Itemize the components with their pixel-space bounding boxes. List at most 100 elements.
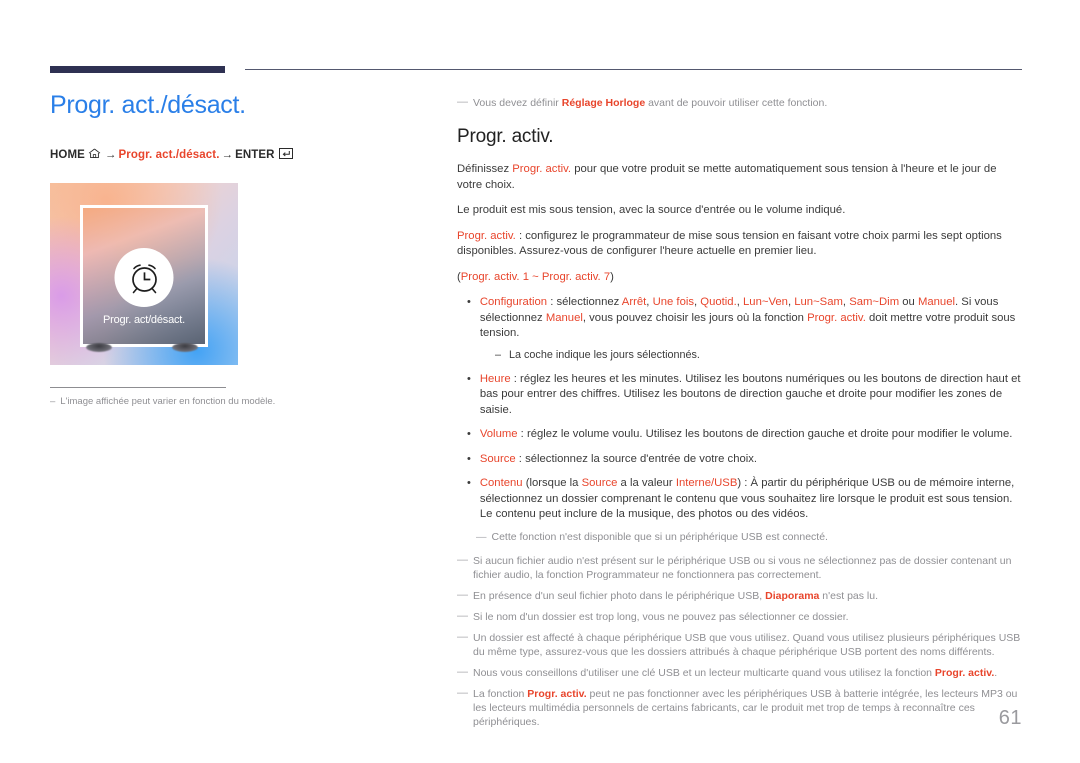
text-run: . [994, 666, 998, 679]
note-n1: ― Si aucun fichier audio n'est présent su… [457, 554, 1022, 582]
text-run: Progr. activ. [527, 687, 587, 700]
breadcrumb: HOME → Progr. act./désact. → ENTER [50, 148, 410, 161]
bullet-b-volume: • Volume : réglez le volume voulu. Utilis… [457, 427, 1022, 443]
breadcrumb-arrow-1: → [104, 149, 117, 161]
breadcrumb-current: Progr. act./désact. [118, 149, 220, 161]
home-icon [88, 148, 101, 159]
text-run: (lorsque la [522, 477, 582, 489]
paragraph-p3: Progr. activ. : configurez le programmat… [457, 229, 1022, 260]
bullet-marker: • [467, 296, 471, 308]
bullet-b-configuration: • Configuration : sélectionnez Arrêt, Une… [457, 295, 1022, 342]
text-run: Une fois [652, 296, 695, 308]
text-run: Progr. activ. [457, 229, 516, 242]
note-dash: ― [457, 588, 468, 601]
text-run: Contenu [479, 477, 523, 489]
text-run: Progr. activ. [512, 163, 572, 175]
text-run: a la valeur [617, 477, 676, 489]
text-run: Lun~Ven [743, 296, 788, 308]
feature-thumbnail: Progr. act/désact. [50, 183, 238, 365]
section-bullets-mid: • Heure : réglez les heures et les minute… [457, 372, 1022, 523]
bullet-marker: • [467, 477, 471, 489]
note-dash: ― [457, 630, 468, 643]
sub-note-dash: – [495, 348, 502, 361]
thumbnail-monitor-screen: Progr. act/désact. [80, 205, 208, 347]
header-rule-thin [245, 69, 1022, 70]
breadcrumb-enter-label: ENTER [235, 149, 275, 161]
text-run: : réglez le volume voulu. Utilisez les b… [517, 428, 1013, 440]
paragraph-p2: Le produit est mis sous tension, avec la… [457, 203, 1022, 219]
text-run: Arrêt [621, 296, 647, 308]
thumbnail-monitor-feet [80, 343, 208, 355]
note-n3: ― Si le nom d'un dossier est trop long, v… [457, 610, 1022, 624]
text-run: Sam~Dim [849, 296, 900, 308]
breadcrumb-home-label: HOME [50, 149, 85, 161]
text-run: Un dossier est affecté à chaque périphér… [473, 631, 1021, 658]
text-run: Nous vous conseillons d'utiliser une clé… [473, 666, 935, 679]
text-run: Source [479, 452, 516, 465]
bullet-marker: • [467, 452, 471, 465]
text-run: En présence d'un seul fichier photo dans… [473, 589, 766, 602]
section-notes: ― Si aucun fichier audio n'est présent su… [457, 554, 1022, 729]
enter-key-icon [278, 148, 293, 159]
bullet-b-source: • Source : sélectionnez la source d'entré… [457, 452, 1022, 468]
bullet-text: Heure : réglez les heures et les minutes… [480, 372, 1022, 419]
bullet-marker: • [467, 428, 471, 440]
text-run: Manuel [917, 296, 956, 308]
inner-note-dash: ― [476, 530, 487, 543]
text-run: Si le nom d'un dossier est trop long, vo… [473, 610, 849, 623]
top-note-highlight: Réglage Horloge [561, 97, 646, 109]
breadcrumb-arrow-2: → [221, 149, 234, 161]
text-run: Configuration [479, 296, 548, 308]
bullet-text: Configuration : sélectionnez Arrêt, Une … [480, 295, 1022, 342]
text-run: : configurez le programmateur de mise so… [457, 229, 1002, 258]
note-text: Un dossier est affecté à chaque périphér… [473, 631, 1022, 659]
top-note-suffix: avant de pouvoir utiliser cette fonction… [645, 97, 828, 109]
page-title: Progr. act./désact. [50, 91, 246, 119]
configuration-sub-note: – La coche indique les jours sélectionné… [495, 348, 1022, 363]
left-column: Progr. act./désact. HOME → Progr. act./dés… [50, 90, 410, 409]
monitor-foot-left [86, 343, 112, 352]
text-run: Diaporama [765, 589, 820, 602]
text-run: n'est pas lu. [819, 589, 879, 602]
note-dash: ― [457, 609, 468, 622]
note-text: Si le nom d'un dossier est trop long, vo… [473, 610, 1022, 624]
text-run: Lun~Sam [794, 296, 843, 308]
text-run: La fonction [473, 687, 528, 700]
alarm-clock-icon [114, 248, 174, 307]
thumbnail-screen-label: Progr. act/désact. [103, 314, 185, 326]
text-run: : sélectionnez la source d'entrée de vot… [515, 452, 758, 465]
caption-text: L'image affichée peut varier en fonction… [60, 396, 276, 407]
text-run: Source [581, 477, 618, 489]
top-note-prefix: Vous devez définir [473, 97, 562, 109]
text-run: ou [899, 296, 918, 308]
bullet-b-heure: • Heure : réglez les heures et les minute… [457, 372, 1022, 419]
section-bullets-top: • Configuration : sélectionnez Arrêt, Une… [457, 295, 1022, 342]
section-heading: Progr. activ. [457, 126, 554, 147]
text-run: : sélectionnez [547, 296, 622, 308]
bullet-marker: • [467, 372, 471, 385]
text-run: Progr. activ. [807, 311, 866, 324]
bullet-b-contenu: • Contenu (lorsque la Source a la valeur … [457, 476, 1022, 523]
text-run: Manuel [545, 311, 583, 324]
text-run: Le produit est mis sous tension, avec la… [457, 204, 846, 216]
section-paragraphs: Définissez Progr. activ. pour que votre … [457, 162, 1022, 285]
text-run: , vous pouvez choisir les jours où la fo… [582, 311, 808, 324]
note-dash: ― [457, 665, 468, 678]
bullet-text: Volume : réglez le volume voulu. Utilise… [480, 427, 1022, 443]
note-text: Nous vous conseillons d'utiliser une clé… [473, 666, 1022, 680]
text-run: Définissez [457, 163, 513, 175]
text-run: ) [610, 270, 614, 283]
text-run: Progr. activ. [934, 666, 995, 679]
text-run: Si aucun fichier audio n'est présent sur… [473, 554, 1012, 581]
page-number: 61 [998, 707, 1022, 729]
note-n4: ― Un dossier est affecté à chaque périphé… [457, 631, 1022, 659]
monitor-foot-right [172, 343, 198, 352]
text-run: Quotid. [700, 296, 737, 308]
text-run: Volume [479, 428, 518, 440]
header-rule-thick [50, 66, 225, 73]
paragraph-p4: (Progr. activ. 1 ~ Progr. activ. 7) [457, 270, 1022, 286]
inner-note-text: Cette fonction n'est disponible que si u… [491, 530, 828, 543]
sub-note-text: La coche indique les jours sélectionnés. [509, 348, 700, 361]
thumbnail-caption: – L'image affichée peut varier en foncti… [50, 395, 410, 409]
text-run: Interne/USB [675, 477, 738, 489]
